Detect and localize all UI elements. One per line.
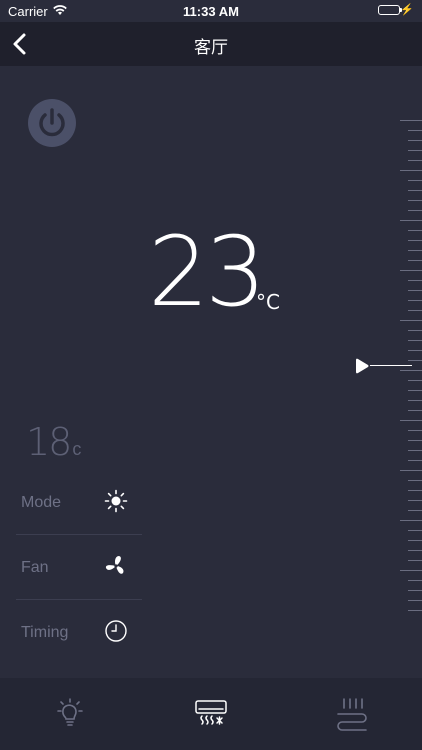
ruler-tick	[408, 210, 422, 211]
ruler-tick	[408, 180, 422, 181]
ruler-tick	[408, 430, 422, 431]
fan-label: Fan	[21, 559, 49, 576]
ruler-tick	[400, 520, 422, 521]
lightbulb-icon	[57, 698, 83, 726]
ruler-tick	[408, 330, 422, 331]
fan-icon	[105, 556, 124, 574]
ruler-tick	[408, 300, 422, 301]
ruler-tick	[400, 120, 422, 121]
ruler-tick	[408, 460, 422, 461]
ruler-tick	[408, 230, 422, 231]
floor-heating-icon	[337, 698, 367, 731]
charging-icon: ⚡	[400, 4, 414, 16]
ruler-tick	[408, 150, 422, 151]
ruler-tick	[408, 290, 422, 291]
ruler-tick	[408, 350, 422, 351]
slider-indicator-line	[370, 365, 412, 366]
ruler-tick	[400, 320, 422, 321]
timing-label: Timing	[21, 624, 69, 641]
ruler-tick	[408, 540, 422, 541]
ruler-tick	[408, 240, 422, 241]
ruler-tick	[408, 580, 422, 581]
ruler-tick	[408, 160, 422, 161]
tab-bar	[0, 678, 422, 750]
ruler-tick	[408, 560, 422, 561]
triangle-handle-icon	[356, 358, 369, 374]
ruler-tick	[408, 400, 422, 401]
control-list: Mode Fan Timing	[16, 470, 142, 664]
ruler-tick	[408, 130, 422, 131]
sun-icon	[104, 489, 128, 513]
ruler-tick	[408, 440, 422, 441]
clock-time: 11:33 AM	[183, 4, 239, 19]
ruler-tick	[400, 270, 422, 271]
current-temperature: 23 °C	[148, 216, 280, 328]
ruler-tick	[408, 550, 422, 551]
navigation-bar: 客厅	[0, 22, 422, 66]
mode-label: Mode	[21, 494, 62, 511]
set-temperature-value: 18	[26, 420, 72, 464]
air-conditioner-icon	[195, 700, 227, 725]
temperature-slider-handle[interactable]	[354, 358, 414, 374]
tab-air-conditioner[interactable]	[193, 696, 229, 732]
ruler-tick	[400, 470, 422, 471]
ruler-tick	[408, 450, 422, 451]
fan-row[interactable]: Fan	[16, 535, 142, 600]
ruler-tick	[408, 510, 422, 511]
mode-row[interactable]: Mode	[16, 470, 142, 535]
ruler-tick	[400, 420, 422, 421]
ruler-tick	[408, 480, 422, 481]
page-title: 客厅	[194, 38, 228, 58]
tab-lighting[interactable]	[52, 696, 88, 732]
battery-icon	[378, 5, 402, 15]
ruler-tick	[408, 340, 422, 341]
ruler-tick	[408, 250, 422, 251]
ruler-tick	[408, 260, 422, 261]
ruler-tick	[408, 530, 422, 531]
ruler-tick	[408, 500, 422, 501]
ruler-tick	[400, 570, 422, 571]
ruler-tick	[408, 490, 422, 491]
ruler-tick	[408, 200, 422, 201]
ruler-tick	[408, 140, 422, 141]
timing-row[interactable]: Timing	[16, 600, 142, 664]
ruler-tick	[408, 280, 422, 281]
tab-floor-heating[interactable]	[334, 696, 370, 732]
set-temperature: 18 c	[26, 420, 81, 464]
ruler-tick	[408, 390, 422, 391]
status-bar: Carrier 11:33 AM ⚡	[0, 0, 422, 22]
ruler-tick	[408, 410, 422, 411]
ruler-tick	[408, 310, 422, 311]
ruler-tick	[400, 220, 422, 221]
clock-icon	[105, 620, 127, 642]
ruler-tick	[408, 610, 422, 611]
current-temperature-unit: °C	[256, 290, 280, 314]
ruler-tick	[408, 190, 422, 191]
ruler-tick	[408, 600, 422, 601]
power-icon	[39, 108, 65, 137]
power-button[interactable]	[28, 99, 76, 147]
ruler-tick	[408, 380, 422, 381]
current-temperature-value: 23	[148, 216, 266, 328]
ruler-tick	[400, 170, 422, 171]
ruler-tick	[408, 590, 422, 591]
set-temperature-unit: c	[72, 439, 82, 459]
